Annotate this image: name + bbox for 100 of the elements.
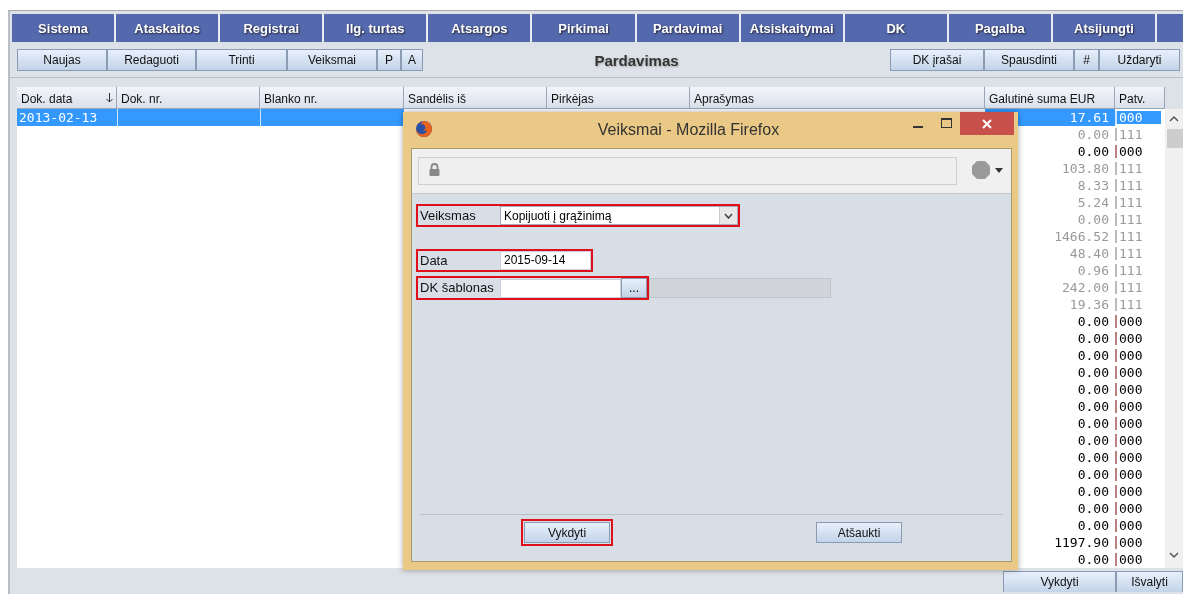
- toolbar-button[interactable]: Redaguoti: [107, 49, 196, 71]
- column-header[interactable]: Blanko nr.: [260, 87, 404, 109]
- table-cell: 111: [1115, 264, 1161, 277]
- toolbar-button[interactable]: Naujas: [17, 49, 107, 71]
- minimize-icon: [913, 126, 923, 128]
- table-cell-text: 8.33: [1076, 177, 1110, 194]
- table-cell: 111: [1115, 213, 1161, 226]
- toolbar-button[interactable]: Spausdinti: [984, 49, 1074, 71]
- column-header[interactable]: Sandėlis iš: [404, 87, 547, 109]
- table-cell-text: 0.00: [1076, 551, 1110, 568]
- table-cell: 000: [1115, 417, 1161, 430]
- table-cell-text: 0.96: [1076, 262, 1110, 279]
- table-cell: 111: [1115, 128, 1161, 141]
- column-header[interactable]: Pirkėjas: [547, 87, 690, 109]
- table-cell: 000: [1115, 451, 1161, 464]
- menu-item[interactable]: Pagalba: [948, 14, 1053, 42]
- table-cell-text: 0.00: [1076, 415, 1110, 432]
- table-cell-text: 0.00: [1076, 143, 1110, 160]
- table-cell: 000: [1115, 315, 1161, 328]
- field-label: DK šablonas: [419, 279, 495, 297]
- action-button[interactable]: Išvalyti: [1116, 571, 1183, 592]
- window-title: Veiksmai - Mozilla Firefox: [596, 121, 781, 139]
- table-cell: 000: [1115, 400, 1161, 413]
- maximize-icon: [940, 118, 952, 128]
- page-title: Pardavimas: [593, 51, 680, 69]
- column-header[interactable]: Dok. nr.: [117, 87, 260, 109]
- table-cell: 111: [1115, 281, 1161, 294]
- table-cell-text: 0.00: [1076, 432, 1110, 449]
- table-cell: 111: [1115, 179, 1161, 192]
- toolbar-button[interactable]: Veiksmai: [287, 49, 377, 71]
- lock-icon: [429, 163, 440, 179]
- table-cell: 000: [1115, 536, 1161, 549]
- table-cell-text: 0.00: [1076, 364, 1110, 381]
- table-cell-text: 242.00: [1061, 279, 1110, 296]
- table-cell-text: 103.80: [1061, 160, 1110, 177]
- table-cell-text: 0.00: [1076, 347, 1110, 364]
- dialog-button[interactable]: Atšaukti: [816, 522, 902, 543]
- toolbar-button[interactable]: #: [1074, 49, 1099, 71]
- table-cell-text: 0.00: [1076, 126, 1110, 143]
- input-field[interactable]: [500, 278, 621, 298]
- table-cell: 111: [1115, 230, 1161, 243]
- field-label: Veiksmas: [419, 206, 477, 225]
- table-cell-text: 1197.90: [1053, 534, 1110, 551]
- table-cell: 000: [1115, 519, 1161, 532]
- menu-item[interactable]: Atsargos: [428, 14, 533, 42]
- table-cell-text: 0.00: [1076, 330, 1110, 347]
- table-cell-text: 0.00: [1076, 398, 1110, 415]
- toolbar-button[interactable]: Uždaryti: [1099, 49, 1180, 71]
- table-cell: 000: [1115, 434, 1161, 447]
- action-button[interactable]: Vykdyti: [1003, 571, 1116, 592]
- table-cell-text: 0.00: [1076, 517, 1110, 534]
- menu-item[interactable]: Ilg. turtas: [324, 14, 429, 42]
- dropdown-field[interactable]: Kopijuoti į grąžinimą: [500, 206, 738, 225]
- menu-item[interactable]: Ataskaitos: [116, 14, 221, 42]
- scrollbar[interactable]: [1165, 109, 1183, 568]
- table-cell-text: 0.00: [1076, 211, 1110, 228]
- table-cell: 000: [1115, 332, 1161, 345]
- table-cell: 000: [1115, 366, 1161, 379]
- column-header[interactable]: Aprašymas: [690, 87, 985, 109]
- table-cell-text: 0.00: [1076, 449, 1110, 466]
- browse-button[interactable]: ...: [621, 278, 647, 298]
- menu-item[interactable]: Atsiskaitymai: [740, 14, 845, 42]
- menu-item[interactable]: Pirkimai: [532, 14, 637, 42]
- table-cell: 111: [1115, 162, 1161, 175]
- column-header[interactable]: Dok. data: [17, 87, 117, 109]
- column-header[interactable]: Patv.: [1115, 87, 1165, 109]
- dialog-button[interactable]: Vykdyti: [524, 522, 610, 543]
- column-header[interactable]: Galutinė suma EUR: [985, 87, 1115, 109]
- close-icon: [982, 118, 992, 129]
- table-cell: 000: [1115, 383, 1161, 396]
- menu-item[interactable]: Sistema: [12, 14, 117, 42]
- toolbar-button[interactable]: A: [401, 49, 423, 71]
- close-button[interactable]: [960, 112, 1014, 135]
- table-cell: 000: [1115, 111, 1161, 124]
- table-cell[interactable]: [117, 109, 260, 126]
- table-cell-text: 19.36: [1068, 296, 1110, 313]
- table-cell: 000: [1115, 468, 1161, 481]
- menu-item[interactable]: Atsijungti: [1052, 14, 1158, 42]
- table-cell: 000: [1115, 553, 1161, 566]
- menu-bar-end: [1157, 14, 1183, 42]
- menu-item[interactable]: Registrai: [220, 14, 325, 42]
- menu-item[interactable]: DK: [844, 14, 949, 42]
- table-cell: 000: [1115, 485, 1161, 498]
- table-cell-text: 48.40: [1068, 245, 1110, 262]
- table-cell: 000: [1115, 145, 1161, 158]
- date-field[interactable]: 2015-09-14: [500, 251, 591, 270]
- table-cell: 000: [1115, 502, 1161, 515]
- table-cell[interactable]: [260, 109, 404, 126]
- menu-item[interactable]: Pardavimai: [636, 14, 741, 42]
- table-cell-text: 5.24: [1076, 194, 1110, 211]
- scroll-thumb[interactable]: [1167, 129, 1183, 148]
- scroll-up-icon[interactable]: [1169, 115, 1179, 122]
- field-label: Data: [419, 251, 449, 270]
- table-cell: 111: [1115, 298, 1161, 311]
- table-cell-text: 0.00: [1076, 381, 1110, 398]
- toolbar-button[interactable]: P: [377, 49, 401, 71]
- table-cell: 111: [1115, 247, 1161, 260]
- toolbar-button[interactable]: Trinti: [196, 49, 287, 71]
- scroll-down-icon[interactable]: [1169, 552, 1179, 559]
- toolbar-button[interactable]: DK įrašai: [890, 49, 984, 71]
